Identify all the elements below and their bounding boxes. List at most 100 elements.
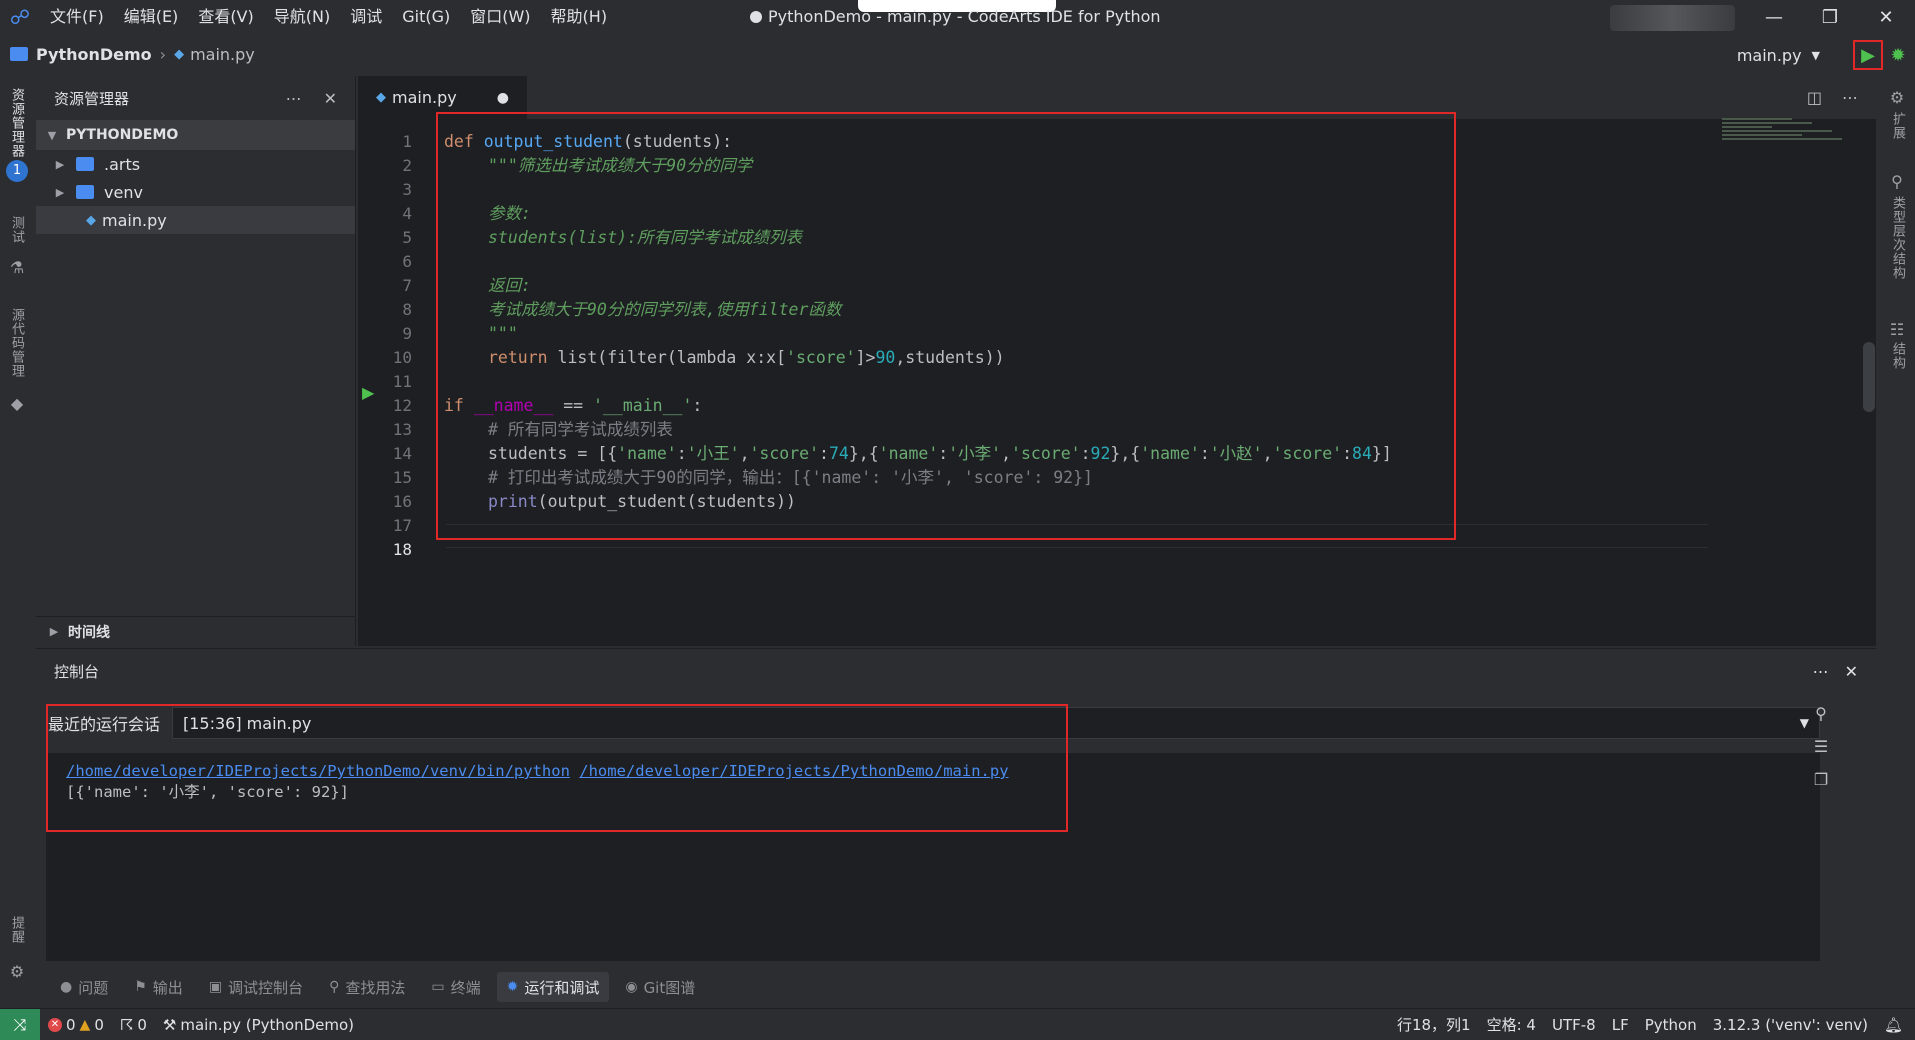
problems-status[interactable]: ✕ 0 ▲ 0 xyxy=(40,1016,112,1034)
script-path-link[interactable]: /home/developer/IDEProjects/PythonDemo/m… xyxy=(579,762,1008,780)
menu-debug[interactable]: 调试 xyxy=(340,0,392,34)
menu-window[interactable]: 窗口(W) xyxy=(460,0,540,34)
interpreter[interactable]: 3.12.3 ('venv': venv) xyxy=(1705,1016,1876,1034)
tab-main-py[interactable]: ◆ main.py ● xyxy=(358,75,527,120)
run-config-select[interactable]: main.py ▼ xyxy=(1727,42,1830,68)
folder-icon xyxy=(76,185,94,199)
minimize-button[interactable]: — xyxy=(1746,0,1802,34)
console-side-actions: ⚲ ☰ ❐ xyxy=(1806,704,1836,789)
close-window-button[interactable]: ✕ xyxy=(1858,0,1914,34)
tree-item-main-py[interactable]: ◆ main.py xyxy=(36,206,355,234)
activity-test[interactable]: 测试 xyxy=(7,216,26,244)
tab-problems[interactable]: ● 问题 xyxy=(50,972,118,1002)
run-target-status[interactable]: ⚒ main.py (PythonDemo) xyxy=(155,1016,362,1034)
run-gutter-icon[interactable]: ▶ xyxy=(362,383,374,402)
flask-icon[interactable]: ⚗ xyxy=(8,258,26,277)
console-output[interactable]: /home/developer/IDEProjects/PythonDemo/v… xyxy=(46,753,1820,961)
console-title: 控制台 xyxy=(54,662,100,681)
explorer-title: 资源管理器 xyxy=(54,89,130,108)
timeline-section[interactable]: ▶ 时间线 xyxy=(36,616,356,646)
git-graph-icon: ◉ xyxy=(625,979,638,995)
activity-explorer[interactable]: 资源管理器 xyxy=(7,88,26,158)
session-label: 最近的运行会话 xyxy=(48,715,161,734)
hierarchy-icon[interactable]: ⚲ xyxy=(1888,172,1906,191)
right-type-hierarchy[interactable]: 类型层次结构 xyxy=(1888,196,1907,280)
right-structure[interactable]: 结构 xyxy=(1888,342,1907,370)
session-row: 最近的运行会话 [15:36] main.py ▼ xyxy=(46,707,1820,739)
menu-file[interactable]: 文件(F) xyxy=(40,0,114,34)
menu-view[interactable]: 查看(V) xyxy=(188,0,263,34)
editor-scrollbar[interactable] xyxy=(1860,122,1876,422)
blurred-account-area xyxy=(1610,5,1735,31)
more-actions-icon[interactable]: ⋯ xyxy=(1813,662,1829,681)
python-path-link[interactable]: /home/developer/IDEProjects/PythonDemo/v… xyxy=(66,762,570,780)
line-ending[interactable]: LF xyxy=(1604,1016,1637,1034)
info-icon: ● xyxy=(60,979,73,995)
more-actions-icon[interactable]: ⋯ xyxy=(286,89,302,108)
tab-find-usages[interactable]: ⚲ 查找用法 xyxy=(319,972,415,1002)
remote-indicator-button[interactable]: ⤨ xyxy=(0,1008,40,1040)
extensions-icon[interactable]: ⚙ xyxy=(1888,88,1906,107)
project-root[interactable]: ▼ PYTHONDEMO xyxy=(36,120,355,150)
flag-icon: ⚑ xyxy=(134,979,147,995)
close-icon[interactable]: ✕ xyxy=(1845,662,1858,681)
indentation[interactable]: 空格: 4 xyxy=(1479,1014,1544,1035)
caret-right-icon: ▶ xyxy=(55,185,65,199)
encoding[interactable]: UTF-8 xyxy=(1544,1016,1604,1034)
terminal-icon: ▭ xyxy=(431,979,445,995)
tree-item-arts[interactable]: ▶ .arts xyxy=(36,150,355,178)
warning-icon: ▲ xyxy=(79,1016,91,1033)
tab-debug-console[interactable]: ▣ 调试控制台 xyxy=(199,972,313,1002)
run-debug-icon: ✹ xyxy=(506,979,519,995)
bottom-tool-tabs: ● 问题 ⚑ 输出 ▣ 调试控制台 ⚲ 查找用法 ▭ 终端 ✹ 运行和调试 ◉ Git图谱 xyxy=(36,970,705,1004)
split-editor-icon[interactable]: ◫ xyxy=(1807,88,1822,107)
activity-scm[interactable]: 源代码管理 xyxy=(7,308,26,378)
right-extensions[interactable]: 扩展 xyxy=(1888,112,1907,140)
breadcrumb-file[interactable]: main.py xyxy=(190,45,255,64)
window-title: PythonDemo - main.py - CodeArts IDE for … xyxy=(750,0,1161,34)
structure-icon[interactable]: ☷ xyxy=(1888,320,1906,339)
scrollbar-thumb[interactable] xyxy=(1863,342,1875,412)
menu-help[interactable]: 帮助(H) xyxy=(541,0,618,34)
gear-icon[interactable]: ⚙ xyxy=(8,962,26,981)
console-panel: 控制台 ⋯ ✕ 最近的运行会话 [15:36] main.py ▼ /home/… xyxy=(36,648,1876,966)
menu-edit[interactable]: 编辑(E) xyxy=(114,0,189,34)
minimap[interactable] xyxy=(1722,118,1842,160)
tab-terminal[interactable]: ▭ 终端 xyxy=(421,972,490,1002)
ports-status[interactable]: ☈ 0 xyxy=(112,1016,155,1034)
explorer-panel: 资源管理器 ⋯ ✕ ▼ PYTHONDEMO ▶ .arts ▶ venv ◆ … xyxy=(36,76,356,646)
bell-icon[interactable]: 🔔︎ xyxy=(1876,1016,1915,1034)
tab-run-debug[interactable]: ✹ 运行和调试 xyxy=(496,972,610,1002)
tab-output[interactable]: ⚑ 输出 xyxy=(124,972,193,1002)
wrap-icon[interactable]: ☰ xyxy=(1814,737,1828,756)
cursor-position[interactable]: 行18，列1 xyxy=(1389,1014,1479,1035)
python-file-icon: ◆ xyxy=(86,212,96,228)
tab-git-graph[interactable]: ◉ Git图谱 xyxy=(615,972,705,1002)
project-folder-icon xyxy=(10,47,28,61)
tree-item-venv[interactable]: ▶ venv xyxy=(36,178,355,206)
menu-git[interactable]: Git(G) xyxy=(392,0,460,34)
session-select[interactable]: [15:36] main.py ▼ xyxy=(172,707,1820,739)
search-icon[interactable]: ⚲ xyxy=(1815,704,1827,723)
editor-panel: ◆ main.py ● ◫ ⋯ 1 def output_student(stud… xyxy=(358,75,1876,646)
breadcrumb-project[interactable]: PythonDemo xyxy=(36,45,152,64)
run-button[interactable]: ▶ xyxy=(1853,40,1883,70)
remote-icon: ⤨ xyxy=(13,1014,27,1034)
editor-tab-bar: ◆ main.py ● ◫ ⋯ xyxy=(358,75,1876,120)
menu-navigate[interactable]: 导航(N) xyxy=(264,0,340,34)
close-icon[interactable]: ✕ xyxy=(324,89,337,108)
activity-notifications[interactable]: 提醒 xyxy=(7,916,26,944)
output-command-line: /home/developer/IDEProjects/PythonDemo/v… xyxy=(66,761,1800,782)
unsaved-dot-icon xyxy=(750,11,762,23)
more-actions-icon[interactable]: ⋯ xyxy=(1842,88,1858,107)
code-area[interactable]: 1 def output_student(students): 2 """筛选出考试… xyxy=(358,120,1876,646)
restore-button[interactable]: ❐ xyxy=(1802,0,1858,34)
debug-console-icon: ▣ xyxy=(208,979,223,995)
debug-button[interactable]: ✹ xyxy=(1885,42,1911,68)
copy-icon[interactable]: ❐ xyxy=(1814,770,1828,789)
git-icon[interactable]: ◆ xyxy=(8,394,26,413)
language-mode[interactable]: Python xyxy=(1637,1016,1705,1034)
chevron-right-icon: › xyxy=(159,44,167,64)
console-header: 控制台 ⋯ ✕ xyxy=(36,649,1876,693)
explorer-header: 资源管理器 ⋯ ✕ xyxy=(36,76,355,120)
